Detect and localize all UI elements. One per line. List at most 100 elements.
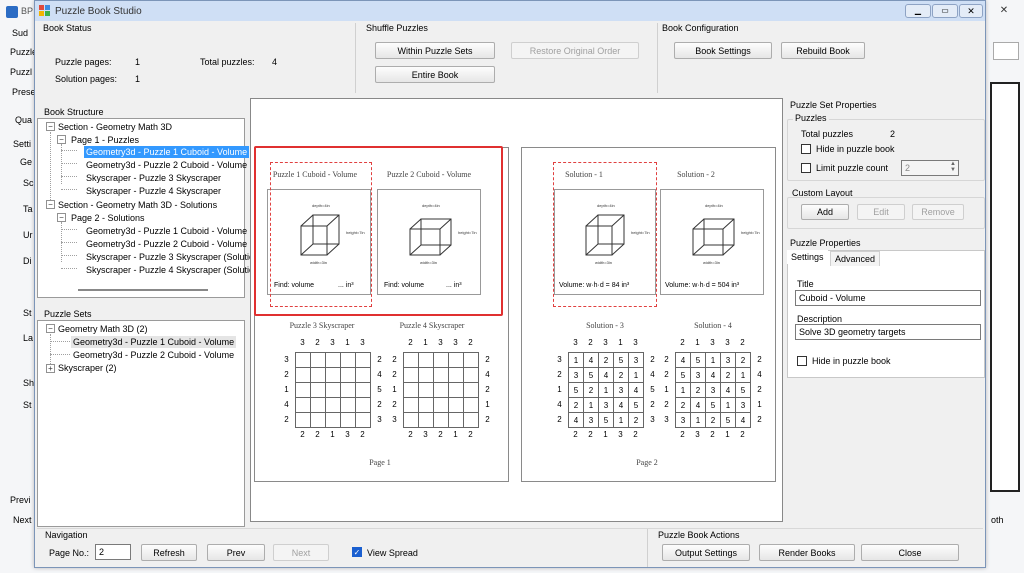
- left-clue: 2: [284, 370, 289, 379]
- output-settings-button[interactable]: Output Settings: [662, 544, 750, 561]
- left-clue: 2: [664, 355, 669, 364]
- bottom-clue: 2: [710, 430, 715, 439]
- grid-cell: [355, 367, 371, 383]
- grid-cell: 5: [598, 412, 614, 428]
- add-layout-button[interactable]: Add: [801, 204, 849, 220]
- grid-cell: 3: [613, 382, 629, 398]
- refresh-button[interactable]: Refresh: [141, 544, 197, 561]
- tree-item[interactable]: Geometry3d - Puzzle 2 Cuboid - Volume (S: [86, 238, 259, 250]
- collapse-icon[interactable]: −: [46, 122, 55, 131]
- grid-cell: [355, 397, 371, 413]
- solution-3-title: Solution - 3: [586, 321, 624, 330]
- hide-set-checkbox[interactable]: [801, 144, 811, 154]
- edit-layout-button[interactable]: Edit: [857, 204, 905, 220]
- tree-section-puzzles[interactable]: Section - Geometry Math 3D: [58, 121, 172, 133]
- book-structure-tree[interactable]: − Section - Geometry Math 3D − Page 1 - …: [37, 118, 259, 298]
- maximize-button[interactable]: ▭: [932, 4, 958, 18]
- tab-settings[interactable]: Settings: [787, 250, 828, 264]
- tab-advanced[interactable]: Advanced: [830, 251, 881, 266]
- top-clue: 1: [618, 338, 623, 347]
- tree-page-1[interactable]: Page 1 - Puzzles: [71, 134, 139, 146]
- grid-cell: 4: [583, 352, 599, 368]
- bottom-clue: 3: [695, 430, 700, 439]
- grid-cell: 4: [568, 412, 584, 428]
- collapse-icon[interactable]: −: [46, 200, 55, 209]
- puzzle-set-geometry[interactable]: Geometry Math 3D (2): [58, 323, 148, 335]
- left-clue: 3: [392, 415, 397, 424]
- limit-count-checkbox[interactable]: [801, 163, 811, 173]
- collapse-icon[interactable]: −: [57, 213, 66, 222]
- view-spread-checkbox[interactable]: ✓: [352, 547, 362, 557]
- bottom-clue: 2: [300, 430, 305, 439]
- close-button[interactable]: ✕: [959, 4, 983, 18]
- grid-cell: 5: [568, 382, 584, 398]
- tree-item[interactable]: Geometry3d - Puzzle 1 Cuboid - Volume (S: [86, 225, 259, 237]
- grid-cell: [355, 382, 371, 398]
- puzzle-set-item[interactable]: Geometry3d - Puzzle 2 Cuboid - Volume: [73, 349, 234, 361]
- entire-book-button[interactable]: Entire Book: [375, 66, 495, 83]
- grid-cell: [463, 382, 479, 398]
- puzzle-sets-tree[interactable]: − Geometry Math 3D (2) Geometry3d - Puzz…: [37, 320, 245, 527]
- restore-order-button[interactable]: Restore Original Order: [511, 42, 639, 59]
- page-2-footer: Page 2: [636, 458, 658, 467]
- grid-cell: 2: [675, 397, 691, 413]
- puzzle-set-skyscraper[interactable]: Skyscraper (2): [58, 362, 117, 374]
- hide-set-label: Hide in puzzle book: [816, 144, 895, 154]
- top-clue: 2: [740, 338, 745, 347]
- background-close-icon[interactable]: ✕: [990, 5, 1018, 19]
- right-clue: 2: [757, 355, 762, 364]
- grid-cell: 5: [720, 412, 736, 428]
- puzzle-set-item-selected[interactable]: Geometry3d - Puzzle 1 Cuboid - Volume: [71, 336, 237, 348]
- close-dialog-button[interactable]: Close: [861, 544, 959, 561]
- grid-cell: [463, 412, 479, 428]
- rebuild-book-button[interactable]: Rebuild Book: [781, 42, 865, 59]
- tree-item-selected[interactable]: Geometry3d - Puzzle 1 Cuboid - Volume: [84, 146, 250, 158]
- render-books-button[interactable]: Render Books: [759, 544, 855, 561]
- tree-item[interactable]: Skyscraper - Puzzle 3 Skyscraper: [86, 172, 221, 184]
- tree-item[interactable]: Skyscraper - Puzzle 3 Skyscraper (Soluti…: [86, 251, 254, 263]
- within-puzzle-sets-button[interactable]: Within Puzzle Sets: [375, 42, 495, 59]
- description-input[interactable]: Solve 3D geometry targets: [795, 324, 981, 340]
- cuboid-icon: [692, 218, 735, 256]
- tree-item[interactable]: Skyscraper - Puzzle 4 Skyscraper: [86, 185, 221, 197]
- collapse-icon[interactable]: −: [46, 324, 55, 333]
- grid-cell: [340, 397, 356, 413]
- horizontal-scrollbar[interactable]: [78, 289, 208, 291]
- grid-cell: 3: [705, 382, 721, 398]
- limit-count-stepper[interactable]: 2 ▲ ▼: [901, 160, 959, 176]
- grid-cell: 5: [613, 352, 629, 368]
- grid-cell: [418, 382, 434, 398]
- title-input[interactable]: Cuboid - Volume: [795, 290, 981, 306]
- window-title: Puzzle Book Studio: [55, 6, 142, 17]
- prev-button[interactable]: Prev: [207, 544, 265, 561]
- background-right-panel: [990, 82, 1020, 492]
- next-button[interactable]: Next: [273, 544, 329, 561]
- preview-page-2[interactable]: Solution - 1 Solution - 2 depth=4in heig…: [521, 147, 776, 482]
- spinner-icon[interactable]: ▲ ▼: [950, 161, 956, 173]
- bg-frag: Sc: [23, 178, 34, 188]
- book-structure-title: Book Structure: [44, 107, 104, 117]
- grid-cell: [463, 352, 479, 368]
- collapse-icon[interactable]: −: [57, 135, 66, 144]
- grid-cell: 3: [720, 352, 736, 368]
- bottom-clue: 3: [423, 430, 428, 439]
- expand-icon[interactable]: +: [46, 364, 55, 373]
- book-config-title: Book Configuration: [662, 23, 739, 33]
- grid-cell: [433, 367, 449, 383]
- page-no-input[interactable]: 2: [95, 544, 131, 560]
- bg-frag: Next: [13, 515, 32, 525]
- puzzles-group-title: Puzzles: [793, 113, 829, 123]
- grid-cell: 2: [735, 352, 751, 368]
- bg-frag: La: [23, 333, 34, 343]
- bg-frag: Prese: [12, 87, 36, 97]
- hide-puzzle-checkbox[interactable]: [797, 356, 807, 366]
- tree-item[interactable]: Skyscraper - Puzzle 4 Skyscraper (Soluti…: [86, 264, 254, 276]
- tree-item[interactable]: Geometry3d - Puzzle 2 Cuboid - Volume: [86, 159, 247, 171]
- tree-page-2[interactable]: Page 2 - Solutions: [71, 212, 145, 224]
- book-settings-button[interactable]: Book Settings: [674, 42, 772, 59]
- grid-cell: 3: [690, 367, 706, 383]
- minimize-button[interactable]: ▁: [905, 4, 931, 18]
- tree-section-solutions[interactable]: Section - Geometry Math 3D - Solutions: [58, 199, 217, 211]
- remove-layout-button[interactable]: Remove: [912, 204, 964, 220]
- right-clue: 4: [377, 370, 382, 379]
